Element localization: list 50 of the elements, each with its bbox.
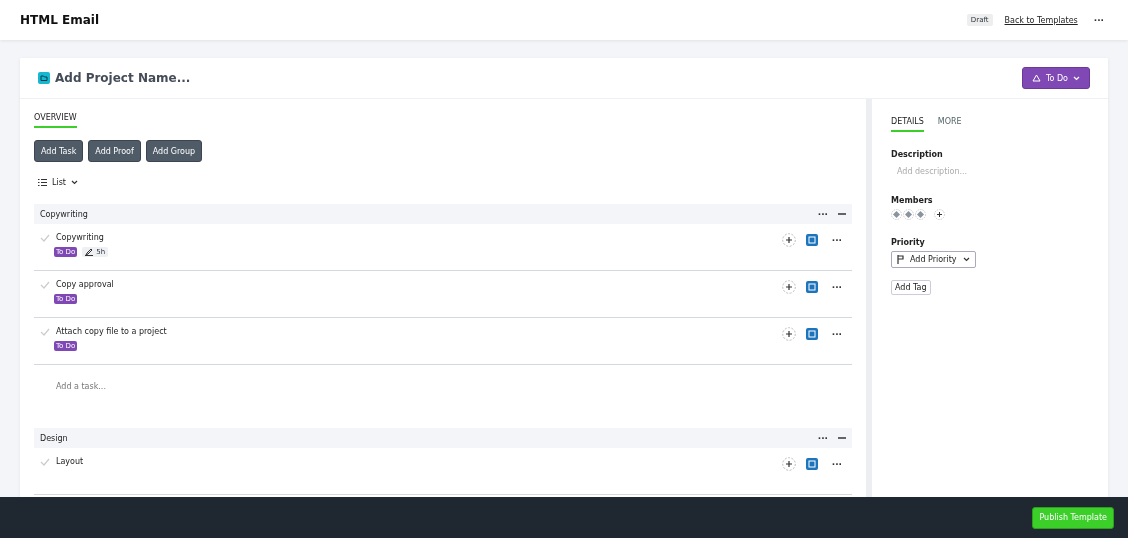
note-icon[interactable] (805, 234, 818, 246)
flag-icon[interactable] (897, 255, 904, 264)
scrollbar[interactable] (866, 99, 872, 499)
more-button[interactable]: ··· (813, 209, 832, 219)
task-name[interactable]: Attach copy file to a project (56, 327, 167, 336)
collapse-icon[interactable] (838, 434, 846, 442)
pencil-icon[interactable] (85, 248, 94, 256)
action-button[interactable]: Add Group (145, 140, 203, 162)
page-title: HTML Email (20, 13, 100, 27)
add-tag-button[interactable]: Add Tag (891, 280, 931, 295)
caret-icon[interactable] (71, 180, 78, 185)
project-name[interactable]: Add Project Name... (55, 71, 191, 85)
view-dropdown[interactable]: List (38, 178, 78, 187)
more-button[interactable]: ··· (827, 235, 846, 245)
avatar-icon[interactable] (891, 209, 902, 220)
more-button[interactable]: ··· (827, 329, 846, 339)
field-label: Priority (891, 238, 926, 247)
more-button[interactable]: ··· (827, 459, 846, 469)
note-icon[interactable] (805, 281, 818, 293)
action-button[interactable]: Add Task (34, 140, 84, 162)
caret-icon[interactable] (962, 257, 970, 262)
task-name[interactable]: Layout (56, 457, 84, 466)
field-label: Description (891, 150, 944, 159)
field-label: Members (891, 196, 934, 205)
action-button[interactable]: Add Proof (88, 140, 141, 162)
note-icon[interactable] (805, 328, 818, 340)
panel-tab[interactable]: DETAILS (891, 113, 924, 132)
list-icon[interactable] (38, 179, 47, 186)
check-icon[interactable] (40, 457, 50, 466)
add-member-icon[interactable] (934, 209, 945, 220)
back-link[interactable]: Back to Templates (1004, 15, 1078, 25)
check-icon[interactable] (40, 280, 50, 289)
priority-dropdown[interactable]: Add Priority (891, 251, 976, 268)
status-button[interactable]: To Do (1021, 67, 1090, 89)
group-name: Copywriting (40, 209, 88, 219)
more-button[interactable]: ··· (1089, 15, 1108, 25)
task-name[interactable]: Copy approval (56, 280, 114, 289)
avatar-icon[interactable] (903, 209, 914, 220)
more-button[interactable]: ··· (813, 433, 832, 443)
group-name: Design (40, 433, 68, 443)
note-icon[interactable] (805, 458, 818, 470)
overview-tab[interactable]: OVERVIEW (34, 109, 77, 128)
check-icon[interactable] (40, 327, 50, 336)
avatar-icon[interactable] (915, 209, 926, 220)
check-icon[interactable] (40, 233, 50, 242)
folder-icon[interactable] (38, 72, 50, 84)
panel-tab[interactable]: MORE (937, 113, 962, 132)
collapse-icon[interactable] (838, 210, 846, 218)
task-name[interactable]: Copywriting (56, 233, 104, 242)
more-button[interactable]: ··· (827, 282, 846, 292)
